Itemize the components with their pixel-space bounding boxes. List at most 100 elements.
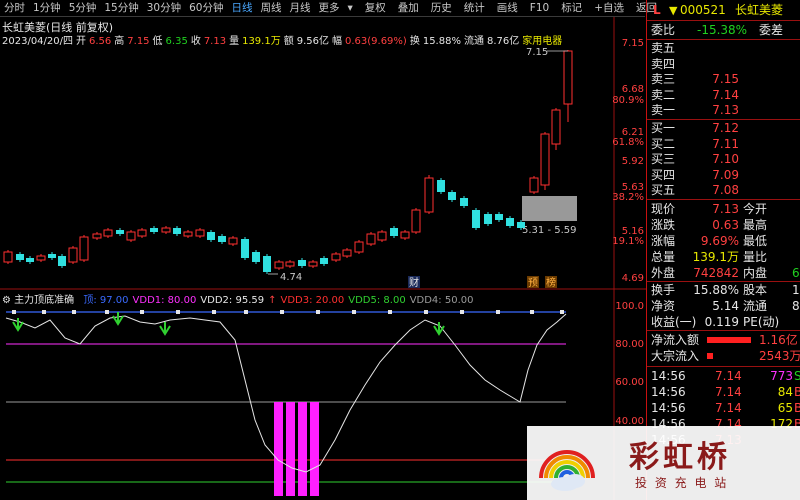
high-marker-label: 7.15: [526, 47, 548, 58]
candle-body: [92, 233, 102, 239]
candle-body: [484, 214, 492, 224]
top-marker: [280, 310, 284, 314]
divider: [647, 330, 800, 331]
buy-level-price: 7.12: [712, 121, 739, 135]
event-yu-text: 预: [528, 277, 538, 289]
trade-row: 14:56 7.14 84 B: [647, 385, 800, 400]
candle: [161, 226, 171, 234]
indicator-value-0: 顶: 97.00: [83, 295, 129, 306]
sell-level-label: 卖四: [651, 56, 676, 71]
buy-level-row: 买二 7.11: [647, 137, 800, 152]
candle: [26, 256, 34, 264]
buy-level-row: 买四 7.09: [647, 168, 800, 183]
trade-price: 7.14: [715, 401, 742, 415]
stat2-row: 换手 15.88% 股本 1: [651, 283, 800, 297]
candle-body: [285, 261, 295, 267]
candle-body: [26, 258, 34, 262]
buy-level-row: 买三 7.10: [647, 152, 800, 167]
buy-level-price: 7.08: [712, 183, 739, 197]
buy-level-row: 买五 7.08: [647, 183, 800, 198]
trade-volume: 65: [777, 401, 793, 415]
candle: [320, 256, 328, 266]
indicator-tick-label: 100.0: [615, 301, 644, 312]
top-marker: [530, 310, 534, 314]
candle-body: [263, 256, 271, 272]
candle: [16, 252, 24, 262]
candle-body: [228, 237, 238, 245]
candle: [218, 234, 226, 244]
candle-body: [252, 252, 260, 262]
candle-body: [16, 254, 24, 260]
down-arrow-icon: [159, 322, 171, 336]
divider: [647, 119, 800, 120]
candle: [563, 50, 573, 122]
stock-name[interactable]: 长虹美菱: [735, 3, 783, 18]
buy-level-label: 买三: [651, 152, 676, 166]
candle: [460, 196, 468, 208]
stock-code[interactable]: 000521: [680, 3, 726, 18]
candle-body: [298, 260, 306, 266]
low-marker-label: 4.74: [280, 272, 302, 283]
candle: [68, 246, 78, 264]
indicator-header: ⚙ 主力顶底准确 顶: 97.00 VDD1: 80.00 VDD2: 95.59 ↑…: [2, 291, 477, 306]
indicator-value-4: VDD5: 8.00: [348, 295, 406, 306]
top-marker: [316, 310, 320, 314]
stock-code-arrow: ▼: [669, 4, 678, 17]
trade-time: 14:56: [651, 369, 686, 383]
trade-volume: 773: [770, 369, 793, 383]
candle: [48, 252, 56, 260]
candle-body: [79, 236, 89, 261]
candle: [274, 260, 284, 270]
price-tick-label: 19.1%: [612, 236, 644, 247]
top-marker: [460, 310, 464, 314]
buy-level-label: 买五: [651, 183, 676, 197]
top-marker: [388, 310, 392, 314]
candle: [173, 226, 181, 236]
divider: [647, 20, 800, 21]
top-marker: [12, 310, 16, 314]
candle-body: [183, 231, 193, 237]
candle-body: [308, 261, 318, 267]
indicator-value-5: VDD4: 50.00: [409, 295, 474, 306]
price-tick-label: 38.2%: [612, 192, 644, 203]
signal-bar: [298, 402, 307, 496]
candle: [92, 232, 102, 240]
candle-body: [342, 249, 352, 257]
kline-chart[interactable]: 5.31 - 5.59 7.15 4.74 财 预 榜: [0, 0, 646, 500]
net-inflow-row: 净流入额 1.16亿: [651, 333, 798, 347]
candle: [150, 226, 158, 234]
candle: [126, 230, 136, 242]
trade-volume: 84: [777, 385, 793, 399]
top-marker: [424, 310, 428, 314]
trade-row: 14:56 7.14 65 B: [647, 401, 800, 416]
candle: [540, 132, 550, 190]
candle: [484, 212, 492, 226]
stat2-row: 净资 5.14 流通 8: [651, 299, 800, 313]
candle-body: [116, 230, 124, 234]
buy-level-row: 买一 7.12: [647, 121, 800, 136]
candle: [137, 228, 147, 238]
stat-row: 现价 7.13 今开: [651, 202, 768, 216]
candle: [103, 228, 113, 238]
candle-body: [460, 198, 468, 206]
stat-row: 涨跌 0.63 最高: [651, 218, 768, 232]
divider: [647, 366, 800, 367]
rainbow-icon: [539, 450, 595, 491]
sell-level-price: 7.13: [712, 103, 739, 117]
indicator-name[interactable]: 主力顶底准确: [14, 295, 74, 306]
down-arrow-icon: [112, 312, 124, 326]
up-arrow-icon: ↑: [268, 295, 277, 306]
settings-icon[interactable]: ⚙: [2, 295, 11, 306]
event-bang-text: 榜: [546, 276, 556, 289]
candle-body: [411, 209, 421, 233]
candle: [506, 216, 514, 228]
level-badge: L: [653, 3, 661, 17]
trade-direction: B: [794, 401, 800, 415]
candle-body: [274, 261, 284, 269]
candle: [529, 176, 539, 194]
candle-body: [68, 247, 78, 263]
candle-body: [551, 109, 561, 145]
buy-level-price: 7.09: [712, 167, 739, 182]
candle: [3, 250, 13, 264]
stat-row: 总量 139.1万 量比: [651, 250, 768, 264]
